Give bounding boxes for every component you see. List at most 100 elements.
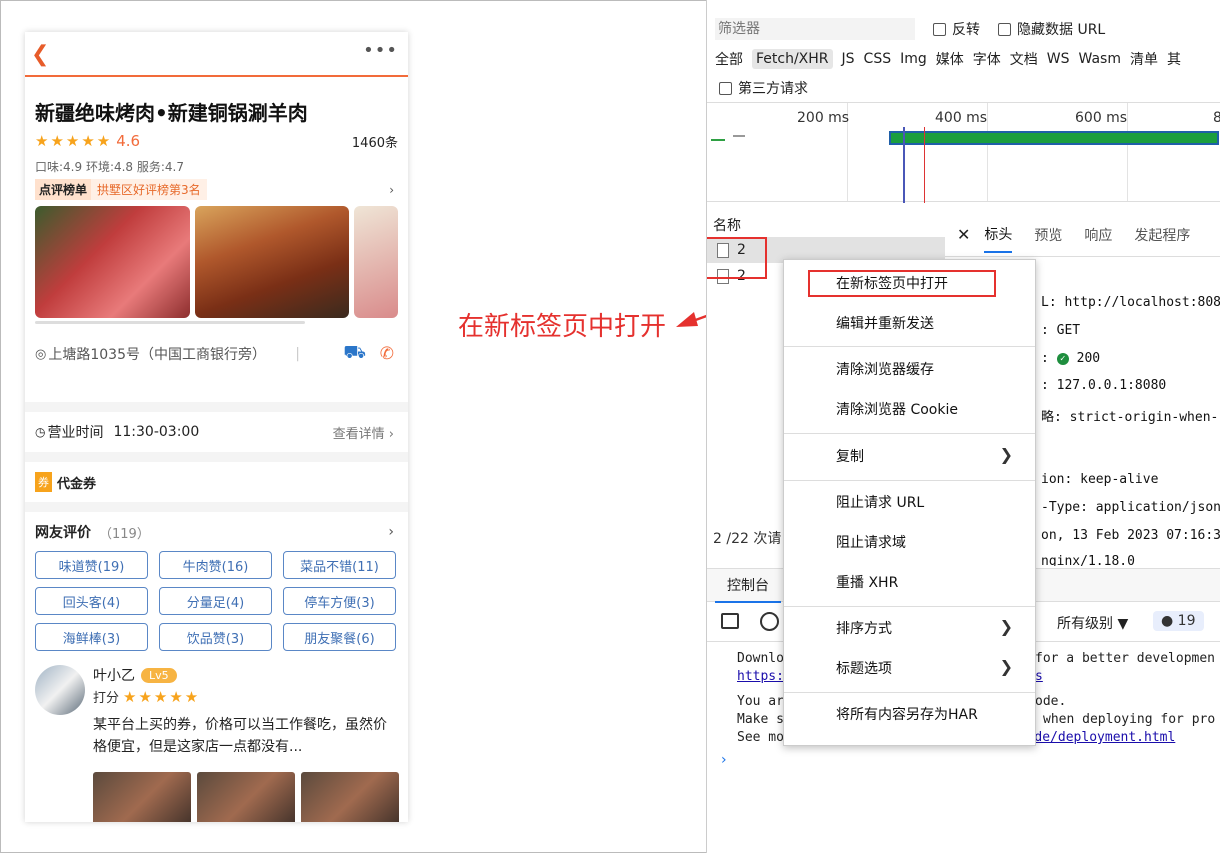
type-filter[interactable]: Wasm xyxy=(1079,51,1121,67)
menu-save-har[interactable]: 将所有内容另存为HAR xyxy=(836,705,978,725)
hours-value: 11:30-03:00 xyxy=(113,424,200,440)
type-filter-row: 全部 Fetch/XHR JS CSS Img 媒体 字体 文档 WS Wasm… xyxy=(707,44,1220,74)
menu-clear-cache[interactable]: 清除浏览器缓存 xyxy=(836,360,934,380)
console-line: You ar ode. xyxy=(737,694,1067,709)
type-filter[interactable]: Img xyxy=(900,51,927,67)
menu-divider xyxy=(784,606,1035,607)
review-tag[interactable]: 菜品不错(11) xyxy=(283,551,396,579)
sub-ratings: 口味:4.9 环境:4.8 服务:4.7 xyxy=(35,160,185,174)
review-tags: 味道赞(19) 牛肉赞(16) 菜品不错(11) 回头客(4) 分量足(4) 停… xyxy=(35,551,398,651)
sidebar-toggle-icon[interactable] xyxy=(721,613,739,629)
log-levels-dropdown[interactable]: 所有级别 ▼ xyxy=(1057,613,1128,633)
shop-photo[interactable] xyxy=(354,206,398,318)
rank-tag: 点评榜单 xyxy=(35,179,92,200)
third-party-row: 第三方请求 xyxy=(707,74,1220,102)
type-filter[interactable]: CSS xyxy=(864,51,892,67)
chevron-right-icon: ❯ xyxy=(999,657,1013,676)
review-tag[interactable]: 朋友聚餐(6) xyxy=(283,623,396,651)
type-filter[interactable]: 全部 xyxy=(715,49,743,69)
type-filter[interactable]: 字体 xyxy=(973,49,1001,69)
review-tag[interactable]: 味道赞(19) xyxy=(35,551,148,579)
hide-data-url-checkbox[interactable] xyxy=(998,22,1011,36)
review-photo[interactable] xyxy=(197,772,295,822)
status-separator: : xyxy=(1041,351,1057,366)
message-count-badge[interactable]: ● 19 xyxy=(1153,611,1204,631)
menu-divider xyxy=(784,692,1035,693)
menu-block-url[interactable]: 阻止请求 URL xyxy=(836,493,924,513)
more-icon[interactable]: ••• xyxy=(363,40,398,61)
review-tag[interactable]: 停车方便(3) xyxy=(283,587,396,615)
mobile-page: ❮ ••• 新疆绝味烤肉•新建铜锅涮羊肉 ★★★★★ 4.6 1460条 口味:… xyxy=(25,32,408,822)
tab-preview[interactable]: 预览 xyxy=(1034,225,1062,245)
menu-replay-xhr[interactable]: 重播 XHR xyxy=(836,573,898,593)
shop-photos[interactable] xyxy=(35,206,398,318)
review-count: 1460条 xyxy=(351,136,398,151)
type-filter[interactable]: 文档 xyxy=(1010,49,1038,69)
menu-header-options[interactable]: 标题选项 xyxy=(836,659,892,679)
review-photo[interactable] xyxy=(301,772,399,822)
score-label: 打分 xyxy=(93,691,120,706)
divider: | xyxy=(295,346,300,362)
chevron-right-icon: › xyxy=(389,182,394,197)
menu-clear-cookies[interactable]: 清除浏览器 Cookie xyxy=(836,400,958,420)
voucher-row[interactable]: 券 代金券 xyxy=(25,462,408,502)
tab-console[interactable]: 控制台 xyxy=(715,575,781,603)
review-tag[interactable]: 分量足(4) xyxy=(159,587,272,615)
shop-name: 新疆绝味烤肉•新建铜锅涮羊肉 xyxy=(35,101,308,125)
header-line: : ✓ 200 xyxy=(1041,351,1101,366)
header-line: L: http://localhost:808 xyxy=(1041,295,1220,310)
clear-console-icon[interactable] xyxy=(760,612,779,631)
tab-initiator[interactable]: 发起程序 xyxy=(1134,225,1190,245)
invert-label: 反转 xyxy=(952,22,980,38)
tab-headers[interactable]: 标头 xyxy=(984,217,1013,253)
type-filter[interactable]: 媒体 xyxy=(936,49,964,69)
console-prompt-icon[interactable]: › xyxy=(721,752,727,768)
header-line: 略: strict-origin-when- xyxy=(1041,410,1219,425)
review-tag[interactable]: 回头客(4) xyxy=(35,587,148,615)
address-row[interactable]: ◎ 上塘路1035号（中国工商银行旁） | ⛟ ✆ xyxy=(35,342,398,366)
status-ok-icon: ✓ xyxy=(1056,352,1069,365)
filter-row: 反转 隐藏数据 URL xyxy=(707,14,1220,44)
avatar[interactable] xyxy=(35,665,85,715)
shop-photo[interactable] xyxy=(35,206,190,318)
reviews-title: 网友评价 xyxy=(35,525,91,541)
review-tag[interactable]: 饮品赞(3) xyxy=(159,623,272,651)
third-party-checkbox[interactable] xyxy=(719,81,732,95)
type-filter[interactable]: WS xyxy=(1047,51,1070,67)
reviews-header[interactable]: 网友评价 （119） › xyxy=(35,522,398,542)
close-icon[interactable]: ✕ xyxy=(957,225,970,244)
type-filter[interactable]: 其 xyxy=(1167,49,1181,69)
invert-checkbox[interactable] xyxy=(933,22,946,36)
hours-row[interactable]: ◷ 营业时间 11:30-03:00 查看详情 › xyxy=(25,412,408,452)
header-line: ion: keep-alive xyxy=(1041,472,1159,487)
tab-response[interactable]: 响应 xyxy=(1084,225,1112,245)
review-tag[interactable]: 海鲜棒(3) xyxy=(35,623,148,651)
timeline[interactable]: 200 ms 400 ms 600 ms 8 xyxy=(707,102,1220,203)
car-icon[interactable]: ⛟ xyxy=(343,342,366,366)
review-photo[interactable] xyxy=(93,772,191,822)
type-filter[interactable]: 清单 xyxy=(1130,49,1158,69)
address-text: 上塘路1035号（中国工商银行旁） xyxy=(48,347,266,363)
annotation-label: 在新标签页中打开 xyxy=(458,312,667,342)
header-line: nginx/1.18.0 xyxy=(1041,554,1135,566)
menu-copy[interactable]: 复制 xyxy=(836,447,864,467)
back-icon[interactable]: ❮ xyxy=(31,42,49,67)
phone-icon[interactable]: ✆ xyxy=(380,344,394,364)
timeline-gridline xyxy=(1127,103,1128,201)
detail-tabs: ✕ 标头 预览 响应 发起程序 xyxy=(945,213,1220,257)
review-body: 叶小乙 Lv5 打分 ★★★★★ 某平台上买的券，价格可以当工作餐吃，虽然价格便… xyxy=(93,665,399,822)
shop-photo[interactable] xyxy=(194,206,350,318)
filter-input[interactable] xyxy=(715,18,915,40)
review-tag[interactable]: 牛肉赞(16) xyxy=(159,551,272,579)
rank-row[interactable]: 点评榜单 拱墅区好评榜第3名 › xyxy=(35,179,398,200)
menu-block-domain[interactable]: 阻止请求域 xyxy=(836,533,906,553)
menu-edit-resend[interactable]: 编辑并重新发送 xyxy=(836,314,934,334)
hours-detail-link[interactable]: 查看详情 › xyxy=(333,423,394,442)
voucher-label: 代金券 xyxy=(57,476,97,492)
menu-sort-by[interactable]: 排序方式 xyxy=(836,619,892,639)
third-party-label: 第三方请求 xyxy=(738,81,808,97)
star-rating-icon: ★★★★★ xyxy=(35,132,113,150)
context-menu: 在新标签页中打开 编辑并重新发送 清除浏览器缓存 清除浏览器 Cookie 复制… xyxy=(783,259,1036,746)
type-filter[interactable]: Fetch/XHR xyxy=(752,49,833,69)
type-filter[interactable]: JS xyxy=(842,51,855,67)
